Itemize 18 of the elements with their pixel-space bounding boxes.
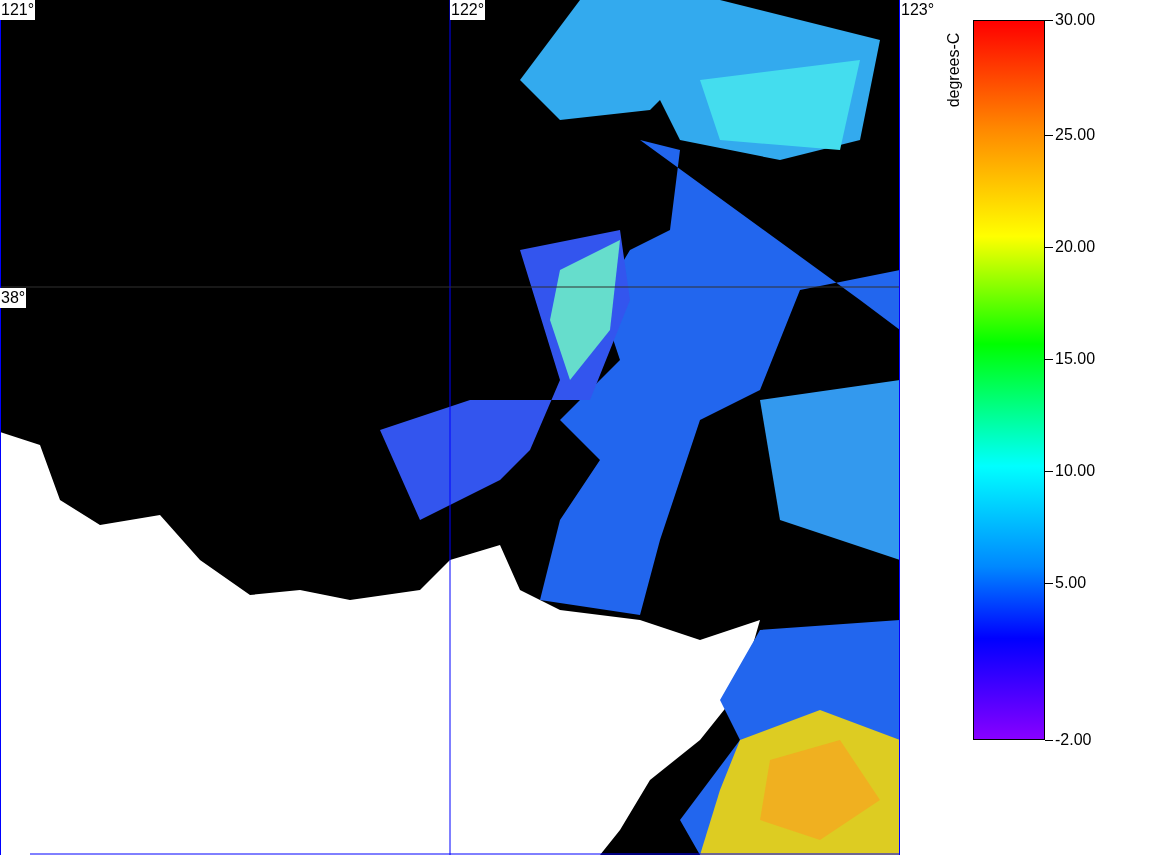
colorbar-tick-label: 20.00 (1055, 237, 1096, 257)
longitude-label: 122° (450, 0, 486, 20)
latitude-label: 38° (0, 288, 27, 308)
tick-mark (1045, 247, 1053, 248)
longitude-label: 121° (0, 0, 36, 20)
tick-mark (1045, 471, 1053, 472)
colorbar-title: degrees-C (944, 32, 963, 108)
colorbar-tick-label: 5.00 (1055, 573, 1087, 593)
tick-mark (1045, 135, 1053, 136)
tick-mark (1045, 583, 1053, 584)
colorbar-tick-label: 25.00 (1055, 125, 1096, 145)
colorbar-tick-label: 15.00 (1055, 349, 1096, 369)
tick-mark (1045, 359, 1053, 360)
colorbar-tick-label: 30.00 (1055, 10, 1096, 30)
tick-mark (1045, 740, 1053, 741)
colorbar-tick-label: 10.00 (1055, 461, 1096, 481)
colorbar-tick-label: -2.00 (1055, 730, 1092, 750)
tick-mark (1045, 20, 1053, 21)
